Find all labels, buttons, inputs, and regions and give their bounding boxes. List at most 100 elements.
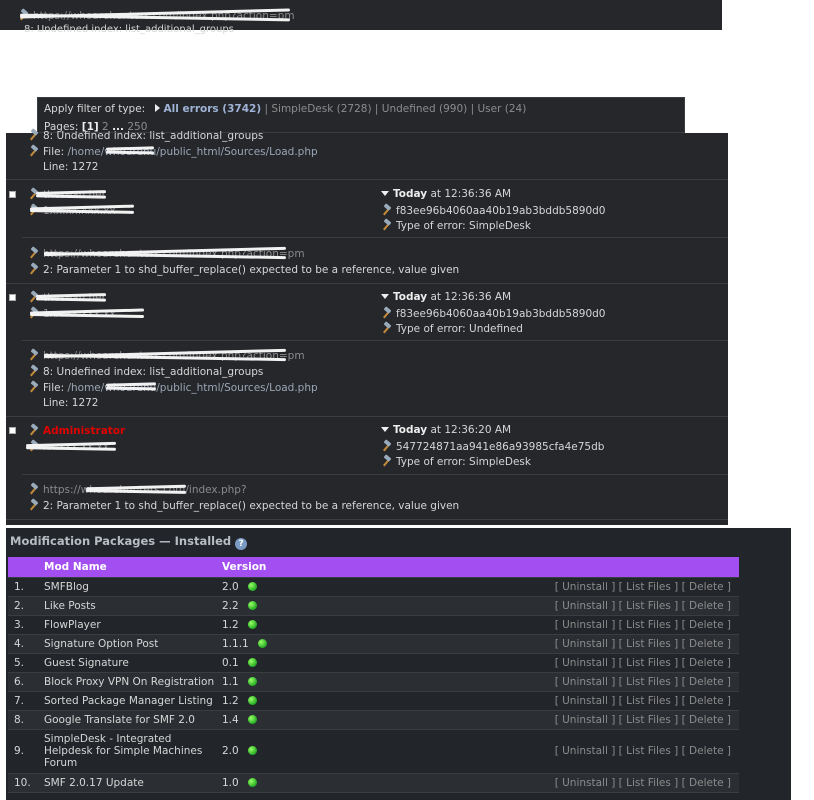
package-row: 6. Block Proxy VPN On Registration 1.1 [ U…: [8, 672, 739, 692]
package-number: 5.: [8, 653, 44, 673]
list-files-link[interactable]: [ List Files ]: [619, 600, 679, 612]
entry-line-row: Line: 1272: [43, 397, 98, 409]
delete-link[interactable]: [ Delete ]: [682, 600, 731, 612]
redaction-scribble: [20, 11, 290, 20]
list-files-link[interactable]: [ List Files ]: [619, 638, 679, 650]
package-version: 0.1: [222, 656, 239, 669]
uninstall-link[interactable]: [ Uninstall ]: [555, 714, 616, 726]
package-name: SimpleDesk - Integrated Helpdesk for Sim…: [44, 729, 222, 774]
redaction-scribble: [86, 485, 186, 494]
status-dot-icon: [248, 581, 258, 591]
entry-hash[interactable]: 547724871aa941e86a93985cfa4e75db: [396, 441, 604, 453]
redaction-scribble: [106, 146, 154, 155]
package-number: 7.: [8, 691, 44, 711]
packages-title-row: Modification Packages — Installed ?: [10, 534, 248, 550]
package-actions: [ Uninstall ] [ List Files ] [ Delete ]: [342, 596, 739, 616]
delete-link[interactable]: [ Delete ]: [682, 695, 731, 707]
entry-type-row: Type of error: SimpleDesk: [381, 219, 531, 232]
packages-title: Modification Packages — Installed: [10, 534, 232, 548]
list-files-link[interactable]: [ List Files ]: [619, 714, 679, 726]
uninstall-link[interactable]: [ Uninstall ]: [555, 676, 616, 688]
entry-type[interactable]: Type of error: SimpleDesk: [396, 220, 531, 232]
list-files-link[interactable]: [ List Files ]: [619, 619, 679, 631]
delete-link[interactable]: [ Delete ]: [682, 745, 731, 757]
delete-link[interactable]: [ Delete ]: [682, 777, 731, 789]
entry-checkbox[interactable]: [9, 191, 16, 198]
packages-panel: Modification Packages — Installed ? Mod …: [6, 528, 791, 800]
package-name: Like Posts: [44, 596, 222, 616]
delete-link[interactable]: [ Delete ]: [682, 638, 731, 650]
prev-file-path[interactable]: /home/whoarehu/public_html/Sources/Load.…: [67, 146, 317, 158]
package-name: Block Proxy VPN On Registration: [44, 672, 222, 692]
package-name: SMFBlog: [44, 577, 222, 597]
delete-link[interactable]: [ Delete ]: [682, 714, 731, 726]
list-files-link[interactable]: [ List Files ]: [619, 695, 679, 707]
uninstall-link[interactable]: [ Uninstall ]: [555, 619, 616, 631]
filter-user[interactable]: User (24): [477, 103, 526, 115]
package-number: 9.: [8, 729, 44, 774]
divider: [22, 237, 728, 238]
package-version-cell: 2.0: [222, 729, 342, 774]
arrow-right-icon: [154, 104, 160, 112]
package-version: 1.1: [222, 675, 239, 688]
package-number: 10.: [8, 773, 44, 793]
entry-hash[interactable]: f83ee96b4060aa40b19ab3bddb5890d0: [396, 308, 606, 320]
entry-hash-row: f83ee96b4060aa40b19ab3bddb5890d0: [381, 204, 606, 217]
package-actions: [ Uninstall ] [ List Files ] [ Delete ]: [342, 577, 739, 597]
uninstall-link[interactable]: [ Uninstall ]: [555, 777, 616, 789]
entry-user[interactable]: Administrator: [43, 425, 125, 437]
hammer-icon: [28, 247, 40, 259]
package-version: 1.4: [222, 713, 239, 726]
list-files-link[interactable]: [ List Files ]: [619, 745, 679, 757]
entry-file-path[interactable]: /home/whoarehu/public_html/Sources/Load.…: [67, 382, 317, 394]
filter-undefined[interactable]: Undefined (990): [382, 103, 467, 115]
hammer-icon: [28, 349, 40, 361]
entry-type[interactable]: Type of error: SimpleDesk: [396, 456, 531, 468]
package-row: 8. Google Translate for SMF 2.0 1.4 [ Unin…: [8, 710, 739, 730]
package-row: 1. SMFBlog 2.0 [ Uninstall ] [ List Files …: [8, 577, 739, 597]
help-icon[interactable]: ?: [235, 538, 248, 550]
entry-type-row: Type of error: SimpleDesk: [381, 455, 531, 468]
filter-all-errors[interactable]: All errors (3742): [164, 103, 262, 115]
entry-checkbox[interactable]: [9, 427, 16, 434]
uninstall-link[interactable]: [ Uninstall ]: [555, 745, 616, 757]
hammer-icon: [28, 499, 40, 511]
hammer-icon: [28, 365, 40, 377]
status-dot-icon: [248, 619, 258, 629]
filter-simpledesk[interactable]: SimpleDesk (2728): [271, 103, 371, 115]
prev-error-row: 8: Undefined index: list_additional_grou…: [28, 129, 263, 142]
uninstall-link[interactable]: [ Uninstall ]: [555, 695, 616, 707]
error-log-panel: 8: Undefined index: list_additional_grou…: [6, 130, 728, 525]
packages-header-row: Mod Name Version: [8, 557, 739, 578]
delete-link[interactable]: [ Delete ]: [682, 676, 731, 688]
divider: [6, 416, 728, 417]
status-dot-icon: [248, 714, 258, 724]
uninstall-link[interactable]: [ Uninstall ]: [555, 638, 616, 650]
uninstall-link[interactable]: [ Uninstall ]: [555, 600, 616, 612]
divider: [6, 519, 728, 520]
prev-file-row: File: /home/whoarehu/public_html/Sources…: [28, 145, 318, 158]
delete-link[interactable]: [ Delete ]: [682, 657, 731, 669]
redaction-scribble: [44, 351, 286, 360]
list-files-link[interactable]: [ List Files ]: [619, 676, 679, 688]
package-actions: [ Uninstall ] [ List Files ] [ Delete ]: [342, 773, 739, 793]
list-files-link[interactable]: [ List Files ]: [619, 657, 679, 669]
package-version-cell: 1.4: [222, 710, 342, 730]
list-files-link[interactable]: [ List Files ]: [619, 777, 679, 789]
entry-checkbox[interactable]: [9, 294, 16, 301]
entry-hash[interactable]: f83ee96b4060aa40b19ab3bddb5890d0: [396, 205, 606, 217]
uninstall-link[interactable]: [ Uninstall ]: [555, 657, 616, 669]
delete-link[interactable]: [ Delete ]: [682, 581, 731, 593]
divider: [22, 340, 728, 341]
redaction-scribble: [30, 309, 144, 318]
hammer-icon: [28, 263, 40, 275]
list-files-link[interactable]: [ List Files ]: [619, 581, 679, 593]
redaction-scribble: [106, 382, 156, 391]
hammer-icon: [28, 129, 40, 141]
uninstall-link[interactable]: [ Uninstall ]: [555, 581, 616, 593]
filter-row: Apply filter of type: All errors (3742) …: [44, 103, 526, 115]
package-version-cell: 1.1: [222, 672, 342, 692]
filter-separator: |: [374, 103, 379, 115]
delete-link[interactable]: [ Delete ]: [682, 619, 731, 631]
entry-type[interactable]: Type of error: Undefined: [396, 323, 523, 335]
